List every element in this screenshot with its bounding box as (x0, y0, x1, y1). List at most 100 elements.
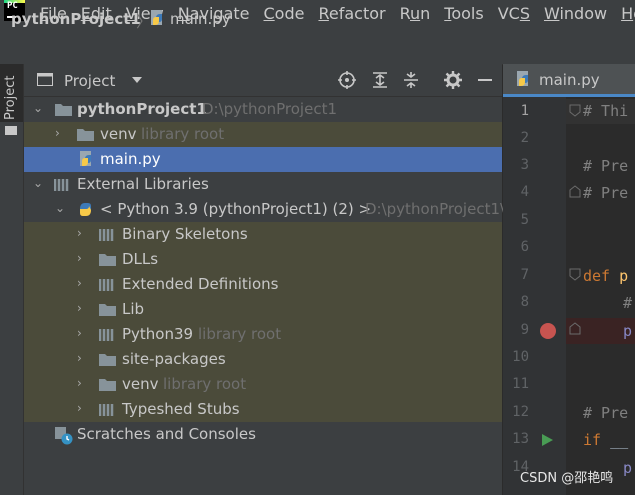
menu-refactor[interactable]: Refactor (318, 4, 385, 23)
python-file-icon (80, 151, 91, 166)
select-opened-file-icon[interactable] (338, 71, 356, 89)
menu-mnemonic: u (410, 3, 421, 23)
tree-item-hint: library root (163, 375, 247, 393)
menu-mnemonic: R (318, 3, 329, 23)
line-number: 12 (512, 404, 529, 420)
menu-run[interactable]: Run (400, 4, 431, 23)
menu-mnemonic: T (444, 3, 452, 23)
tree-item-label: pythonProject1 (77, 100, 207, 118)
library-icon (99, 229, 114, 241)
gear-icon[interactable] (444, 71, 462, 89)
tree-item-venv[interactable]: › venv library root (24, 122, 502, 147)
tree-item-extended-definitions[interactable]: › Extended Definitions (24, 272, 502, 297)
tree-item-hint: library root (198, 325, 282, 343)
tree-item-scratches[interactable]: Scratches and Consoles (24, 422, 502, 447)
fold-marker-icon[interactable] (569, 322, 581, 335)
project-tree: ⌄ pythonProject1 D:\pythonProject1 › ven… (24, 97, 506, 495)
tree-item-label: DLLs (122, 250, 159, 268)
folder-icon (99, 304, 116, 316)
tree-item-typeshed-stubs[interactable]: › Typeshed Stubs (24, 397, 502, 422)
python-file-icon (151, 10, 162, 25)
tree-item-main-py[interactable]: main.py (24, 147, 502, 172)
chevron-down-icon[interactable]: ⌄ (33, 177, 43, 189)
code-line: # Thi (583, 102, 629, 120)
project-window-icon (37, 73, 53, 86)
tree-item-label: site-packages (122, 350, 226, 368)
menu-mnemonic: S (519, 3, 530, 23)
editor-tab-label: main.py (539, 71, 600, 89)
tree-item-hint: library root (141, 125, 225, 143)
breadcrumb-file[interactable]: main.py (170, 10, 231, 28)
line-number: 3 (520, 157, 529, 173)
expand-all-icon[interactable] (371, 71, 389, 89)
project-tool-tab-label: Project (3, 75, 18, 120)
tree-item-label: Scratches and Consoles (77, 425, 256, 443)
chevron-right-icon[interactable]: › (77, 352, 87, 364)
breadcrumb-project[interactable]: pythonProject1 (11, 10, 141, 28)
chevron-down-icon[interactable]: ⌄ (55, 202, 65, 214)
tree-item-label: main.py (100, 150, 161, 168)
menu-code[interactable]: Code (264, 4, 305, 23)
folder-icon (77, 129, 94, 141)
code-line: # Pre (583, 157, 629, 175)
chevron-right-icon[interactable]: › (77, 327, 87, 339)
watermark: CSDN @邵艳鸣 (520, 471, 614, 486)
python-file-icon (517, 71, 528, 86)
tree-item-lib[interactable]: › Lib (24, 297, 502, 322)
library-icon (99, 279, 114, 291)
chevron-down-icon[interactable]: ⌄ (33, 102, 43, 114)
chevron-right-icon[interactable]: › (77, 402, 87, 414)
folder-icon (99, 254, 116, 266)
fold-marker-icon[interactable] (569, 185, 581, 198)
tree-item-label: External Libraries (77, 175, 209, 193)
line-number: 11 (512, 376, 529, 392)
menu-window[interactable]: Window (544, 4, 607, 23)
tree-item-binary-skeletons[interactable]: › Binary Skeletons (24, 222, 502, 247)
library-icon (99, 404, 114, 416)
menu-tools[interactable]: Tools (444, 4, 483, 23)
tree-item-dlls[interactable]: › DLLs (24, 247, 502, 272)
tree-item-external-libraries[interactable]: ⌄ External Libraries (24, 172, 502, 197)
code-line: # Pre (583, 184, 629, 202)
navigation-bar (0, 26, 635, 65)
chevron-right-icon[interactable]: › (77, 277, 87, 289)
project-panel-header: Project (24, 64, 502, 97)
tree-item-project-root[interactable]: ⌄ pythonProject1 D:\pythonProject1 (24, 97, 502, 122)
chevron-right-icon[interactable]: › (77, 227, 87, 239)
menu-help[interactable]: Hel (621, 4, 635, 23)
menu-vcs[interactable]: VCS (498, 4, 530, 23)
breakpoint-icon[interactable] (540, 323, 556, 339)
run-arrow-icon[interactable] (541, 433, 554, 447)
tree-item-label: < Python 3.9 (pythonProject1) (2) > (100, 200, 372, 218)
tree-item-venv-lib[interactable]: › venv library root (24, 372, 502, 397)
tree-item-python-sdk[interactable]: ⌄ < Python 3.9 (pythonProject1) (2) > D:… (24, 197, 506, 222)
line-number: 5 (520, 212, 529, 228)
menu-mnemonic: H (621, 3, 634, 23)
chevron-right-icon[interactable]: › (77, 377, 87, 389)
tree-item-label: venv (122, 375, 159, 393)
chevron-right-icon[interactable]: › (77, 302, 87, 314)
tree-item-path: D:\pythonProject1 (202, 100, 337, 118)
chevron-down-icon[interactable] (132, 77, 142, 83)
fold-marker-icon[interactable] (569, 104, 581, 117)
chevron-right-icon[interactable]: › (55, 127, 65, 139)
tree-item-label: Typeshed Stubs (122, 400, 240, 418)
tree-item-python39[interactable]: › Python39 library root (24, 322, 502, 347)
hide-panel-icon[interactable] (476, 71, 494, 89)
fold-marker-icon[interactable] (569, 268, 581, 281)
tree-item-label: venv (100, 125, 137, 143)
chevron-right-icon[interactable]: › (77, 252, 87, 264)
tree-item-label: Lib (122, 300, 145, 318)
tree-item-label: Python39 (122, 325, 194, 343)
tree-item-path: D:\pythonProject1\ (365, 200, 506, 218)
tree-item-site-packages[interactable]: › site-packages (24, 347, 502, 372)
code-line: def p (583, 267, 628, 285)
collapse-all-icon[interactable] (402, 71, 420, 89)
keyword: if (583, 431, 602, 449)
code-line: p (623, 322, 633, 340)
line-number: 9 (520, 322, 529, 338)
code-line: # Pre (583, 404, 629, 422)
folder-icon (55, 104, 72, 116)
line-number: 13 (512, 431, 529, 447)
project-tool-tab[interactable]: Project (0, 64, 23, 135)
